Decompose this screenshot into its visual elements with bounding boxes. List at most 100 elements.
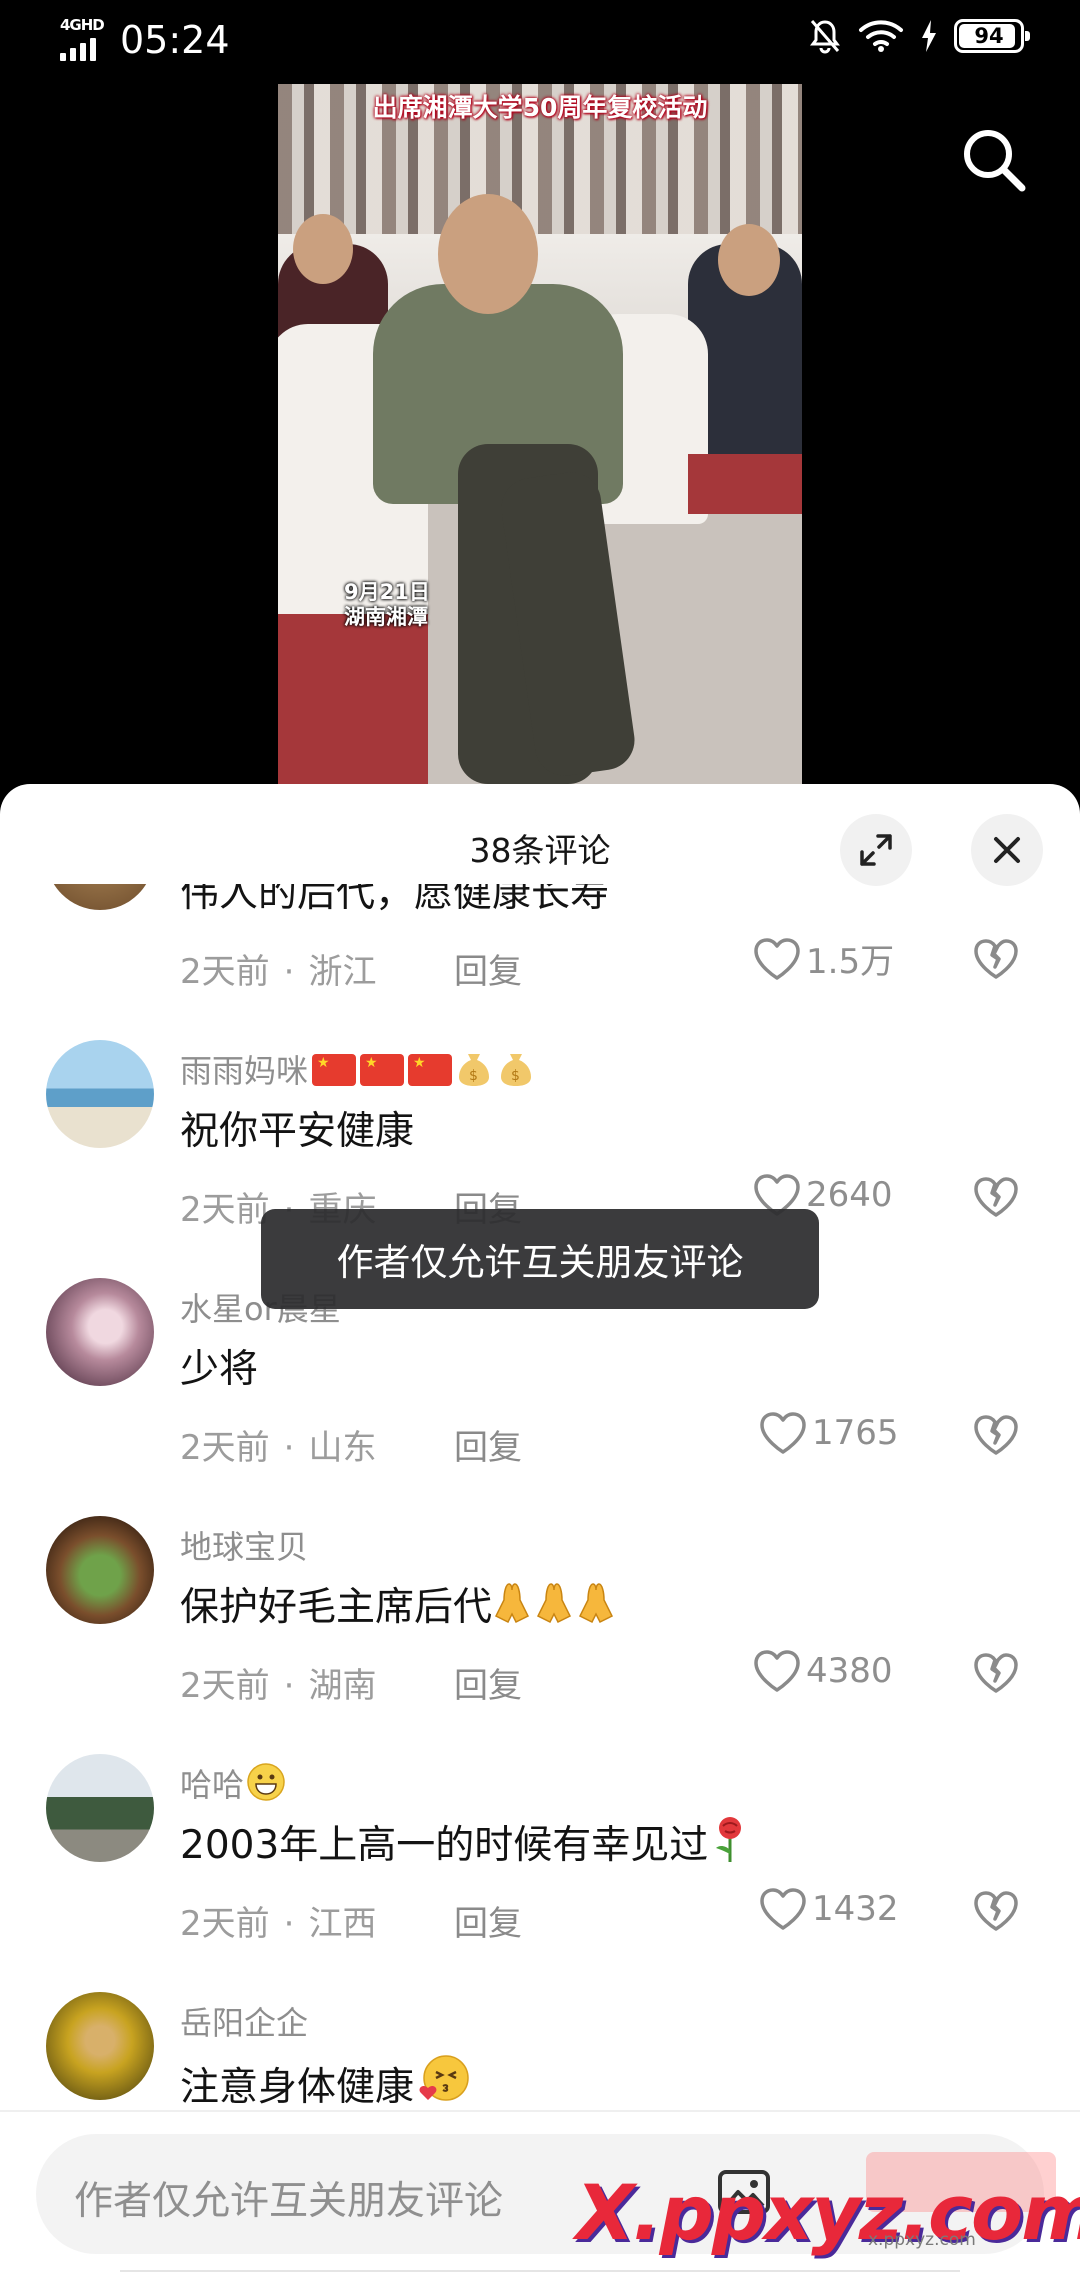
charging-icon <box>922 20 936 52</box>
status-time: 05:24 <box>120 18 230 62</box>
status-left: 4GHD 05:24 <box>58 16 230 62</box>
divider <box>0 2110 1080 2112</box>
wifi-icon <box>859 20 903 52</box>
comment-text: 注意身体健康 <box>180 2052 474 2114</box>
rose-emoji <box>710 1814 750 1874</box>
comment-text: 祝你平安健康 <box>180 1109 415 1154</box>
reply-button[interactable]: 回复 <box>454 1658 522 1707</box>
money-bag-emoji: $ <box>496 1048 536 1096</box>
money-bag-emoji: $ <box>454 1048 494 1096</box>
toast-message: 作者仅允许互关朋友评论 <box>261 1209 819 1309</box>
search-button[interactable] <box>958 124 1028 194</box>
watermark-sub: x.ppxyz.com <box>868 2230 976 2250</box>
comment-time: 2天前 <box>180 1190 270 1230</box>
svg-text:$: $ <box>511 1068 520 1084</box>
close-button[interactable] <box>971 814 1043 886</box>
broken-heart-icon <box>974 1177 1018 1217</box>
comment-meta: 2天前 · 湖南 <box>180 1666 377 1706</box>
heart-icon <box>760 1412 806 1454</box>
broken-heart-icon <box>974 1891 1018 1931</box>
bottom-bar <box>120 2270 960 2280</box>
battery-level: 94 <box>974 24 1004 48</box>
comment-location: 湖南 <box>308 1666 377 1706</box>
video-player[interactable]: 出席湘潭大学50周年复校活动 9月21日 湖南湘潭 <box>0 84 1080 790</box>
comment-username[interactable]: 地球宝贝 <box>180 1522 308 1568</box>
kissing-face-emoji <box>416 2052 474 2114</box>
comment-username[interactable]: 雨雨妈咪$$ <box>180 1046 536 1096</box>
comment-time: 2天前 <box>180 1666 270 1706</box>
grinning-face-emoji <box>246 1762 286 1810</box>
dislike-button[interactable] <box>972 1413 1020 1461</box>
comment-input-placeholder: 作者仅允许互关朋友评论 <box>74 2179 504 2224</box>
avatar[interactable] <box>46 1278 154 1386</box>
like-count: 1.5万 <box>806 942 895 982</box>
avatar[interactable] <box>46 1754 154 1862</box>
status-bar: 4GHD 05:24 94 <box>0 0 1080 84</box>
reply-button[interactable]: 回复 <box>454 944 522 993</box>
comment-username[interactable]: 岳阳企企 <box>180 1998 308 2044</box>
comment-time: 2天前 <box>180 1904 270 1944</box>
video-date: 9月21日 <box>344 580 430 604</box>
like-button[interactable]: 1432 <box>758 1886 899 1932</box>
comment-text: 伟人的后代，愿健康长寿 <box>180 884 610 916</box>
avatar[interactable] <box>46 1040 154 1148</box>
expand-icon <box>860 834 892 866</box>
comment-username[interactable]: 哈哈 <box>180 1760 286 1810</box>
broken-heart-icon <box>974 1653 1018 1693</box>
flag-emoji <box>408 1054 453 1086</box>
watermark: X.ppxyz.com <box>576 2168 1080 2257</box>
broken-heart-icon <box>974 939 1018 979</box>
comment-count-title: 38条评论 <box>469 831 611 870</box>
dislike-button[interactable] <box>972 937 1020 985</box>
reply-button[interactable]: 回复 <box>454 1896 522 1945</box>
comment-list[interactable]: 伟人的后代，愿健康长寿 2天前·浙江 回复 1.5万 雨雨妈咪$$ 祝你平安健康… <box>0 884 1080 2114</box>
heart-icon <box>754 1650 800 1692</box>
heart-icon <box>760 1888 806 1930</box>
cellular-signal-icon: 4GHD <box>58 16 118 62</box>
comment-location: 浙江 <box>308 952 377 992</box>
dislike-button[interactable] <box>972 1651 1020 1699</box>
comment-text: 2003年上高一的时候有幸见过 <box>180 1814 750 1874</box>
dislike-button[interactable] <box>972 1889 1020 1937</box>
video-stamp: 9月21日 湖南湘潭 <box>344 580 430 630</box>
network-type: 4GHD <box>60 16 105 34</box>
broken-heart-icon <box>974 1415 1018 1455</box>
heart-icon <box>754 937 800 980</box>
dislike-button[interactable] <box>972 1175 1020 1223</box>
comment-meta: 2天前 · 浙江 <box>180 952 377 992</box>
praying-hands-emoji <box>494 1580 620 1636</box>
flag-emoji <box>360 1054 405 1086</box>
like-button[interactable]: 1.5万 <box>752 934 894 983</box>
flag-emoji <box>312 1054 357 1086</box>
comment-item: 地球宝贝 保护好毛主席后代 2天前 · 湖南 回复 4380 <box>0 1494 1080 1732</box>
like-button[interactable]: 4380 <box>752 1648 893 1694</box>
expand-button[interactable] <box>840 814 912 886</box>
like-count: 2640 <box>806 1175 893 1215</box>
avatar[interactable] <box>46 1992 154 2100</box>
like-button[interactable]: 1765 <box>758 1410 899 1456</box>
like-count: 1432 <box>812 1889 899 1929</box>
video-frame[interactable]: 出席湘潭大学50周年复校活动 9月21日 湖南湘潭 <box>278 84 802 790</box>
comment-location: 山东 <box>308 1428 377 1468</box>
video-caption: 出席湘潭大学50周年复校活动 <box>372 93 708 122</box>
comment-time: 2天前 <box>180 952 270 992</box>
comment-text: 保护好毛主席后代 <box>180 1576 620 1636</box>
search-icon <box>964 130 1026 192</box>
comment-sheet: 38条评论 伟人的后代，愿健康长寿 2天前 · 浙江 回复 1.5万 雨雨妈咪★… <box>0 784 1080 2280</box>
comment-meta: 2天前 · 江西 <box>180 1904 377 1944</box>
battery-icon: 94 <box>954 19 1030 53</box>
like-count: 4380 <box>806 1651 893 1691</box>
comment-item: 伟人的后代，愿健康长寿 2天前 · 浙江 回复 1.5万 <box>0 884 1080 1018</box>
mute-bell-icon <box>810 20 840 54</box>
close-icon <box>994 837 1020 863</box>
comment-item: 岳阳企企 注意身体健康 <box>0 1970 1080 2114</box>
avatar[interactable] <box>46 884 154 910</box>
avatar[interactable] <box>46 1516 154 1624</box>
video-place: 湖南湘潭 <box>344 605 428 629</box>
svg-text:$: $ <box>469 1068 478 1084</box>
comment-time: 2天前 <box>180 1428 270 1468</box>
comment-location: 江西 <box>308 1904 377 1944</box>
comment-meta: 2天前 · 山东 <box>180 1428 377 1468</box>
reply-button[interactable]: 回复 <box>454 1420 522 1469</box>
like-count: 1765 <box>812 1413 899 1453</box>
